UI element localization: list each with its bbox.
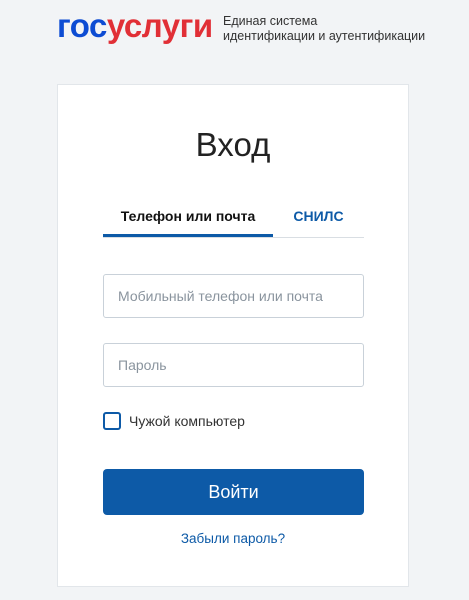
logo-part-uslugi: услуги [106,7,213,44]
gosuslugi-logo[interactable]: госуслуги [57,6,213,46]
login-card: Вход Телефон или почта СНИЛС Чужой компь… [57,84,409,587]
page-title: Вход [195,126,271,163]
tab-phone-or-email[interactable]: Телефон или почта [103,203,273,237]
forgot-password-link[interactable]: Забыли пароль? [58,531,408,546]
tagline-line-2: идентификации и аутентификации [223,29,426,43]
header: госуслуги Единая система идентификации и… [0,0,469,70]
login-method-tabs: Телефон или почта СНИЛС [103,203,364,238]
foreign-computer-label: Чужой компьютер [129,413,245,429]
tagline-line-1: Единая система [223,14,318,28]
login-input[interactable] [103,274,364,318]
password-input[interactable] [103,343,364,387]
logo-part-gos: гос [57,7,107,44]
header-tagline: Единая система идентификации и аутентифи… [223,14,425,44]
foreign-computer-option[interactable]: Чужой компьютер [103,411,245,431]
login-button[interactable]: Войти [103,469,364,515]
foreign-computer-checkbox[interactable] [103,412,121,430]
tab-snils[interactable]: СНИЛС [273,203,364,237]
